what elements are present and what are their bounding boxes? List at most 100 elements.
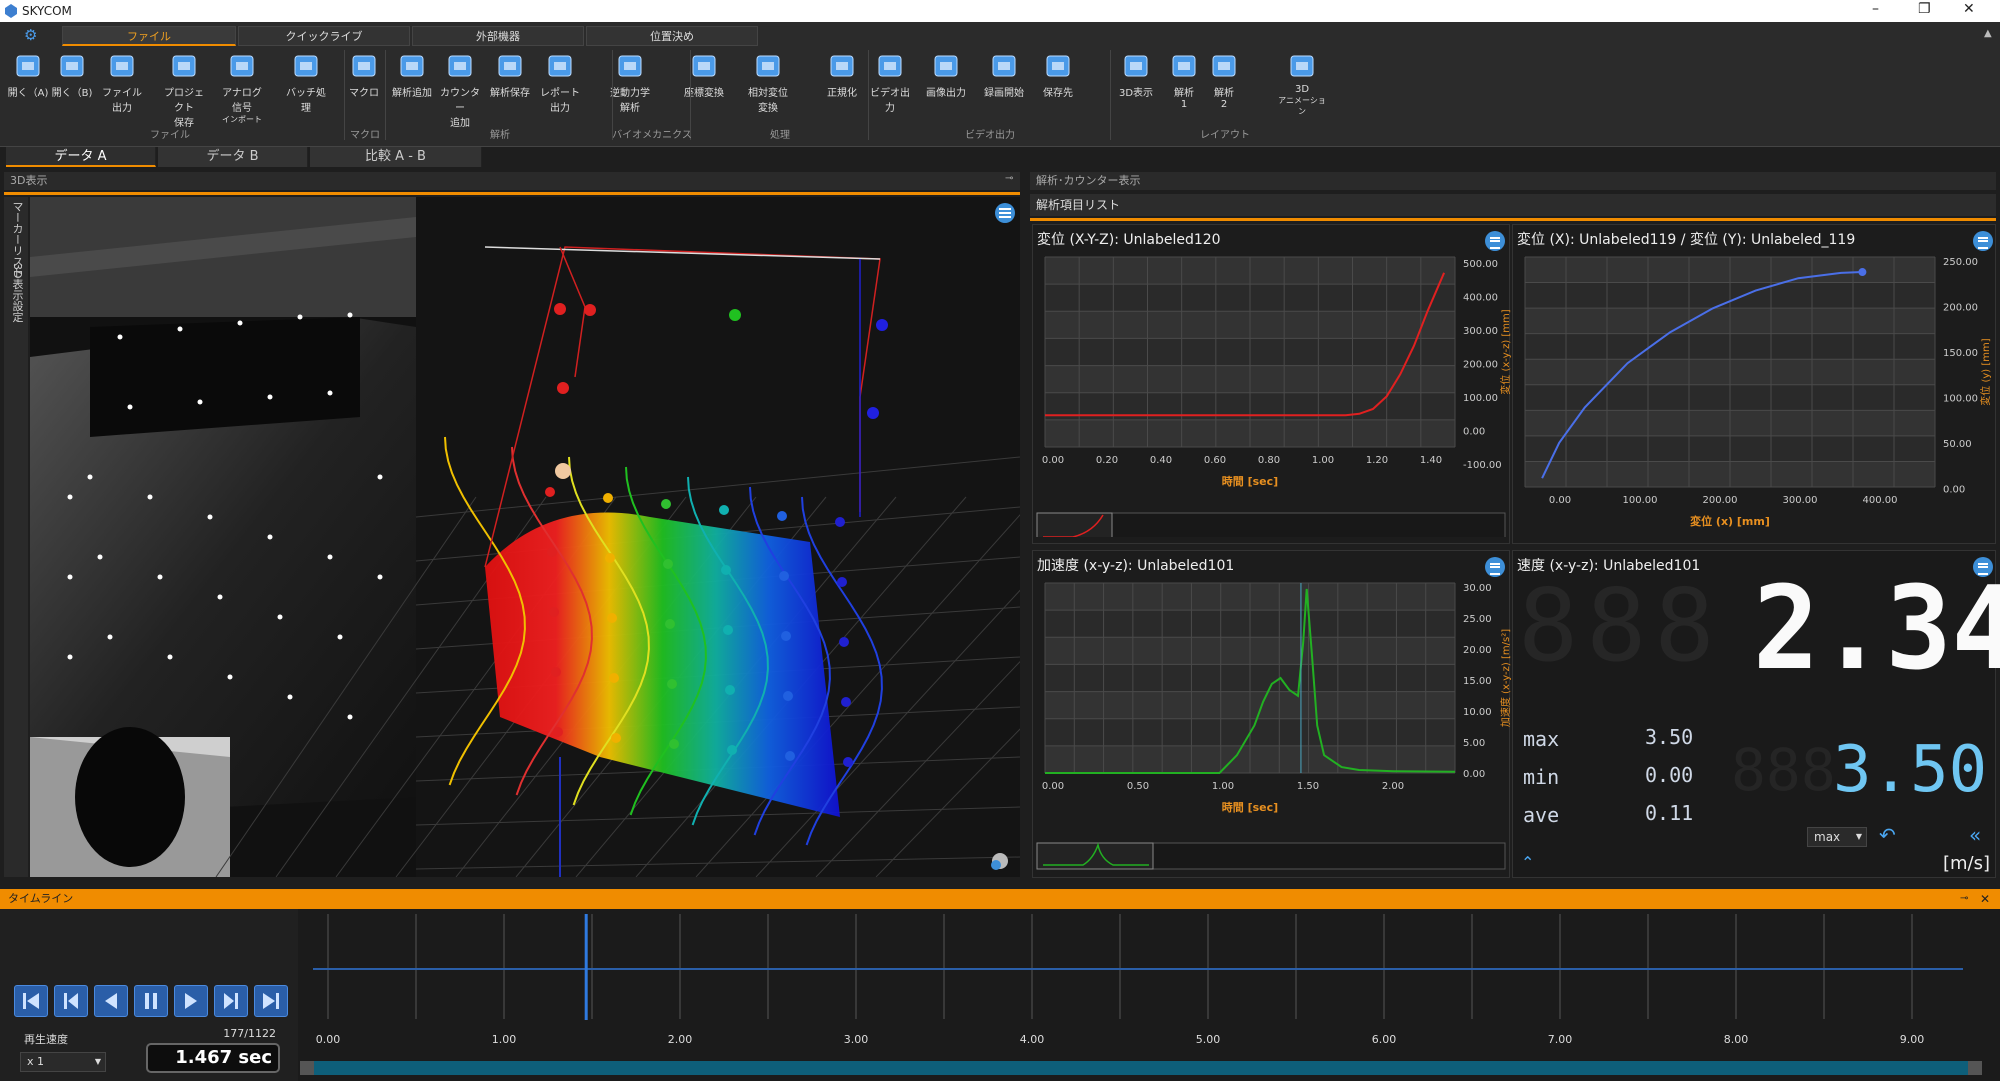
stat-select[interactable]: max ▼ (1807, 827, 1867, 847)
marker-ball (719, 505, 729, 515)
app-title: SKYCOM (22, 4, 72, 18)
x-tick-label: 1.00 (1212, 781, 1234, 792)
pin-icon[interactable]: ⊸ (1005, 173, 1013, 184)
ribbon-button-open-b[interactable]: 開く（B) (48, 52, 96, 122)
chart-title: 変位 (X-Y-Z): Unlabeled120 (1037, 232, 1221, 248)
scroll-right-handle[interactable] (1968, 1061, 1982, 1075)
marker-ball (609, 673, 619, 683)
marker-ball (665, 619, 675, 629)
reset-icon[interactable]: ↶ (1879, 823, 1896, 847)
ribbon-button-batch[interactable]: バッチ処理 (282, 52, 330, 122)
ribbon-button-layout-2[interactable]: 解析 2 (1200, 52, 1248, 122)
tab-external-device[interactable]: 外部機器 (412, 26, 584, 46)
x-tick-label: 400.00 (1863, 495, 1898, 506)
tab-data-b[interactable]: データ B (158, 147, 308, 167)
marker-dot (87, 474, 93, 480)
min-value: 0.00 (1645, 763, 1694, 787)
marker-dot (327, 554, 333, 560)
timeline-scrollbar[interactable] (300, 1061, 1982, 1075)
ribbon-button-record[interactable]: 録画開始 (980, 52, 1028, 122)
ribbon-button-counter-add[interactable]: カウンター 追加 (436, 52, 484, 129)
ribbon-button-analog-import[interactable]: アナログ信号 インポート (218, 52, 266, 124)
double-chevron-up-icon[interactable]: ⌃ (1521, 853, 1534, 872)
range-thumb[interactable] (1036, 512, 1113, 537)
analysis-list-title[interactable]: 解析項目リスト (1030, 194, 1996, 216)
speed-select[interactable]: x 1 ▼ (20, 1052, 106, 1072)
ribbon-button-open-a[interactable]: 開く（A) (4, 52, 52, 122)
ribbon-button-inverse-dynamics[interactable]: 逆動力学解析 (606, 52, 654, 122)
y-tick-label: 250.00 (1943, 257, 1978, 268)
play-reverse-icon (105, 993, 117, 1009)
maximize-button[interactable]: ❐ (1918, 1, 1931, 17)
y-axis-label: 加速度 (x-y-z) [m/s²] (1499, 629, 1511, 727)
view3d-canvas[interactable] (30, 197, 1020, 877)
y-tick-label: 400.00 (1463, 293, 1498, 304)
ribbon: ⚙ ファイル クイックライブ 外部機器 位置決め ▲ 開く（A) 開く（B) ファイ… (0, 22, 2000, 147)
scroll-left-handle[interactable] (300, 1061, 314, 1075)
collapse-ribbon-icon[interactable]: ▲ (1984, 28, 1992, 39)
timeline-tick-label: 2.00 (668, 1033, 693, 1046)
ribbon-button-coordinate-transform[interactable]: 座標変換 (680, 52, 728, 122)
animation-3d-icon (1287, 52, 1317, 80)
y-tick-label: 200.00 (1463, 360, 1498, 371)
tab-quick-live[interactable]: クイックライブ (238, 26, 410, 46)
settings-gear-icon[interactable]: ⚙ (24, 26, 37, 44)
ribbon-button-project-save[interactable]: プロジェクト 保存 (160, 52, 208, 129)
ribbon-button-label: 保存先 (1043, 88, 1073, 99)
y-axis-label: 変位 (x-y-z) [mm] (1499, 309, 1511, 394)
skip-end-button[interactable] (254, 985, 288, 1017)
playhead[interactable] (584, 914, 588, 1020)
counter-ghost-digits: 888 (1518, 567, 1723, 684)
tab-file[interactable]: ファイル (62, 26, 236, 46)
ribbon-button-video-export[interactable]: ビデオ出力 (866, 52, 914, 122)
chart-displacement-xy: 変位 (X): Unlabeled119 / 変位 (Y): Unlabeled… (1512, 224, 1996, 544)
x-tick-label: 0.60 (1204, 455, 1226, 466)
marker-ball (547, 547, 557, 557)
pin-icon[interactable]: ⊸ (1960, 889, 1968, 909)
skip-start-button[interactable] (14, 985, 48, 1017)
group-processing: 処理 (770, 130, 790, 141)
play-button[interactable] (174, 985, 208, 1017)
double-chevron-left-icon[interactable]: « (1969, 823, 1981, 847)
ribbon-button-report[interactable]: レポート出力 (536, 52, 584, 122)
view-3d-icon (1121, 52, 1151, 80)
ribbon-button-analysis-save[interactable]: 解析保存 (486, 52, 534, 122)
tab-data-a[interactable]: データ A (6, 147, 156, 167)
counter-add-icon (445, 52, 475, 80)
minimize-button[interactable]: – (1872, 1, 1879, 17)
ribbon-button-image-export[interactable]: 画像出力 (922, 52, 970, 122)
view3d-menu-icon[interactable] (995, 203, 1015, 223)
marker-ball (723, 625, 733, 635)
marker-ball (725, 685, 735, 695)
ribbon-button-sublabel: アニメーション (1278, 96, 1326, 116)
ribbon-button-file-export[interactable]: ファイル出力 (98, 52, 146, 122)
step-forward-button[interactable] (214, 985, 248, 1017)
macro-icon (349, 52, 379, 80)
timeline-track[interactable]: 0.00 1.00 2.00 3.00 4.00 5.00 6.00 7.00 8.00 9.00 (298, 909, 2000, 1081)
time-display[interactable]: 1.467 sec (146, 1043, 280, 1073)
ribbon-button-save-dest[interactable]: 保存先 (1034, 52, 1082, 122)
title-bar: SKYCOM – ❐ ✕ (0, 0, 2000, 22)
ribbon-button-relative-displacement[interactable]: 相対変位変換 (744, 52, 792, 122)
chart-title: 加速度 (x-y-z): Unlabeled101 (1037, 558, 1235, 574)
step-back-button[interactable] (54, 985, 88, 1017)
open-a-icon (13, 52, 43, 80)
marker-ball (843, 757, 853, 767)
open-b-icon (57, 52, 87, 80)
ribbon-button-analysis-add[interactable]: 解析追加 (388, 52, 436, 122)
ribbon-button-view-3d[interactable]: 3D表示 (1112, 52, 1160, 122)
tab-compare-a-b[interactable]: 比較 A - B (310, 147, 482, 167)
ribbon-button-animation-3d[interactable]: 3D アニメーション (1278, 52, 1326, 122)
ribbon-button-macro[interactable]: マクロ (340, 52, 388, 122)
tab-positioning[interactable]: 位置決め (586, 26, 758, 46)
pause-button[interactable] (134, 985, 168, 1017)
marker-ball (607, 613, 617, 623)
marker-ball (727, 745, 737, 755)
close-button[interactable]: ✕ (1963, 1, 1975, 17)
ribbon-button-label: カウンター (440, 88, 480, 114)
close-icon[interactable]: ✕ (1980, 889, 1990, 909)
side-tab-3d-settings[interactable]: 3D表示設定 (9, 263, 25, 322)
x-tick-label: 300.00 (1783, 495, 1818, 506)
ribbon-button-normalize[interactable]: 正規化 (818, 52, 866, 122)
play-reverse-button[interactable] (94, 985, 128, 1017)
